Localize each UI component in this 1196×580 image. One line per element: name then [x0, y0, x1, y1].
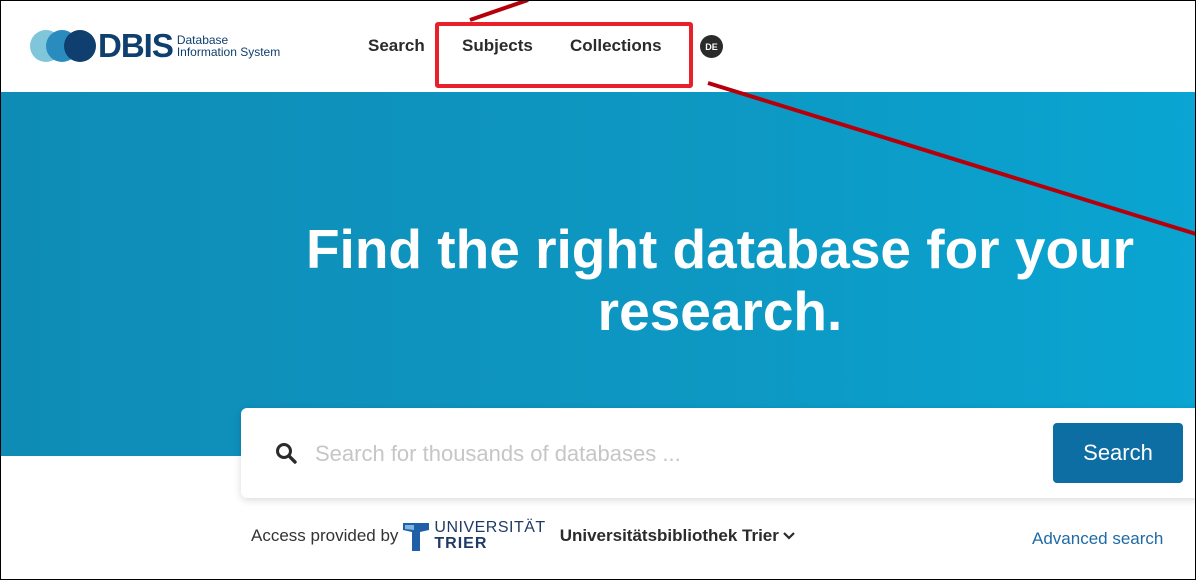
screenshot-border [0, 0, 1196, 580]
